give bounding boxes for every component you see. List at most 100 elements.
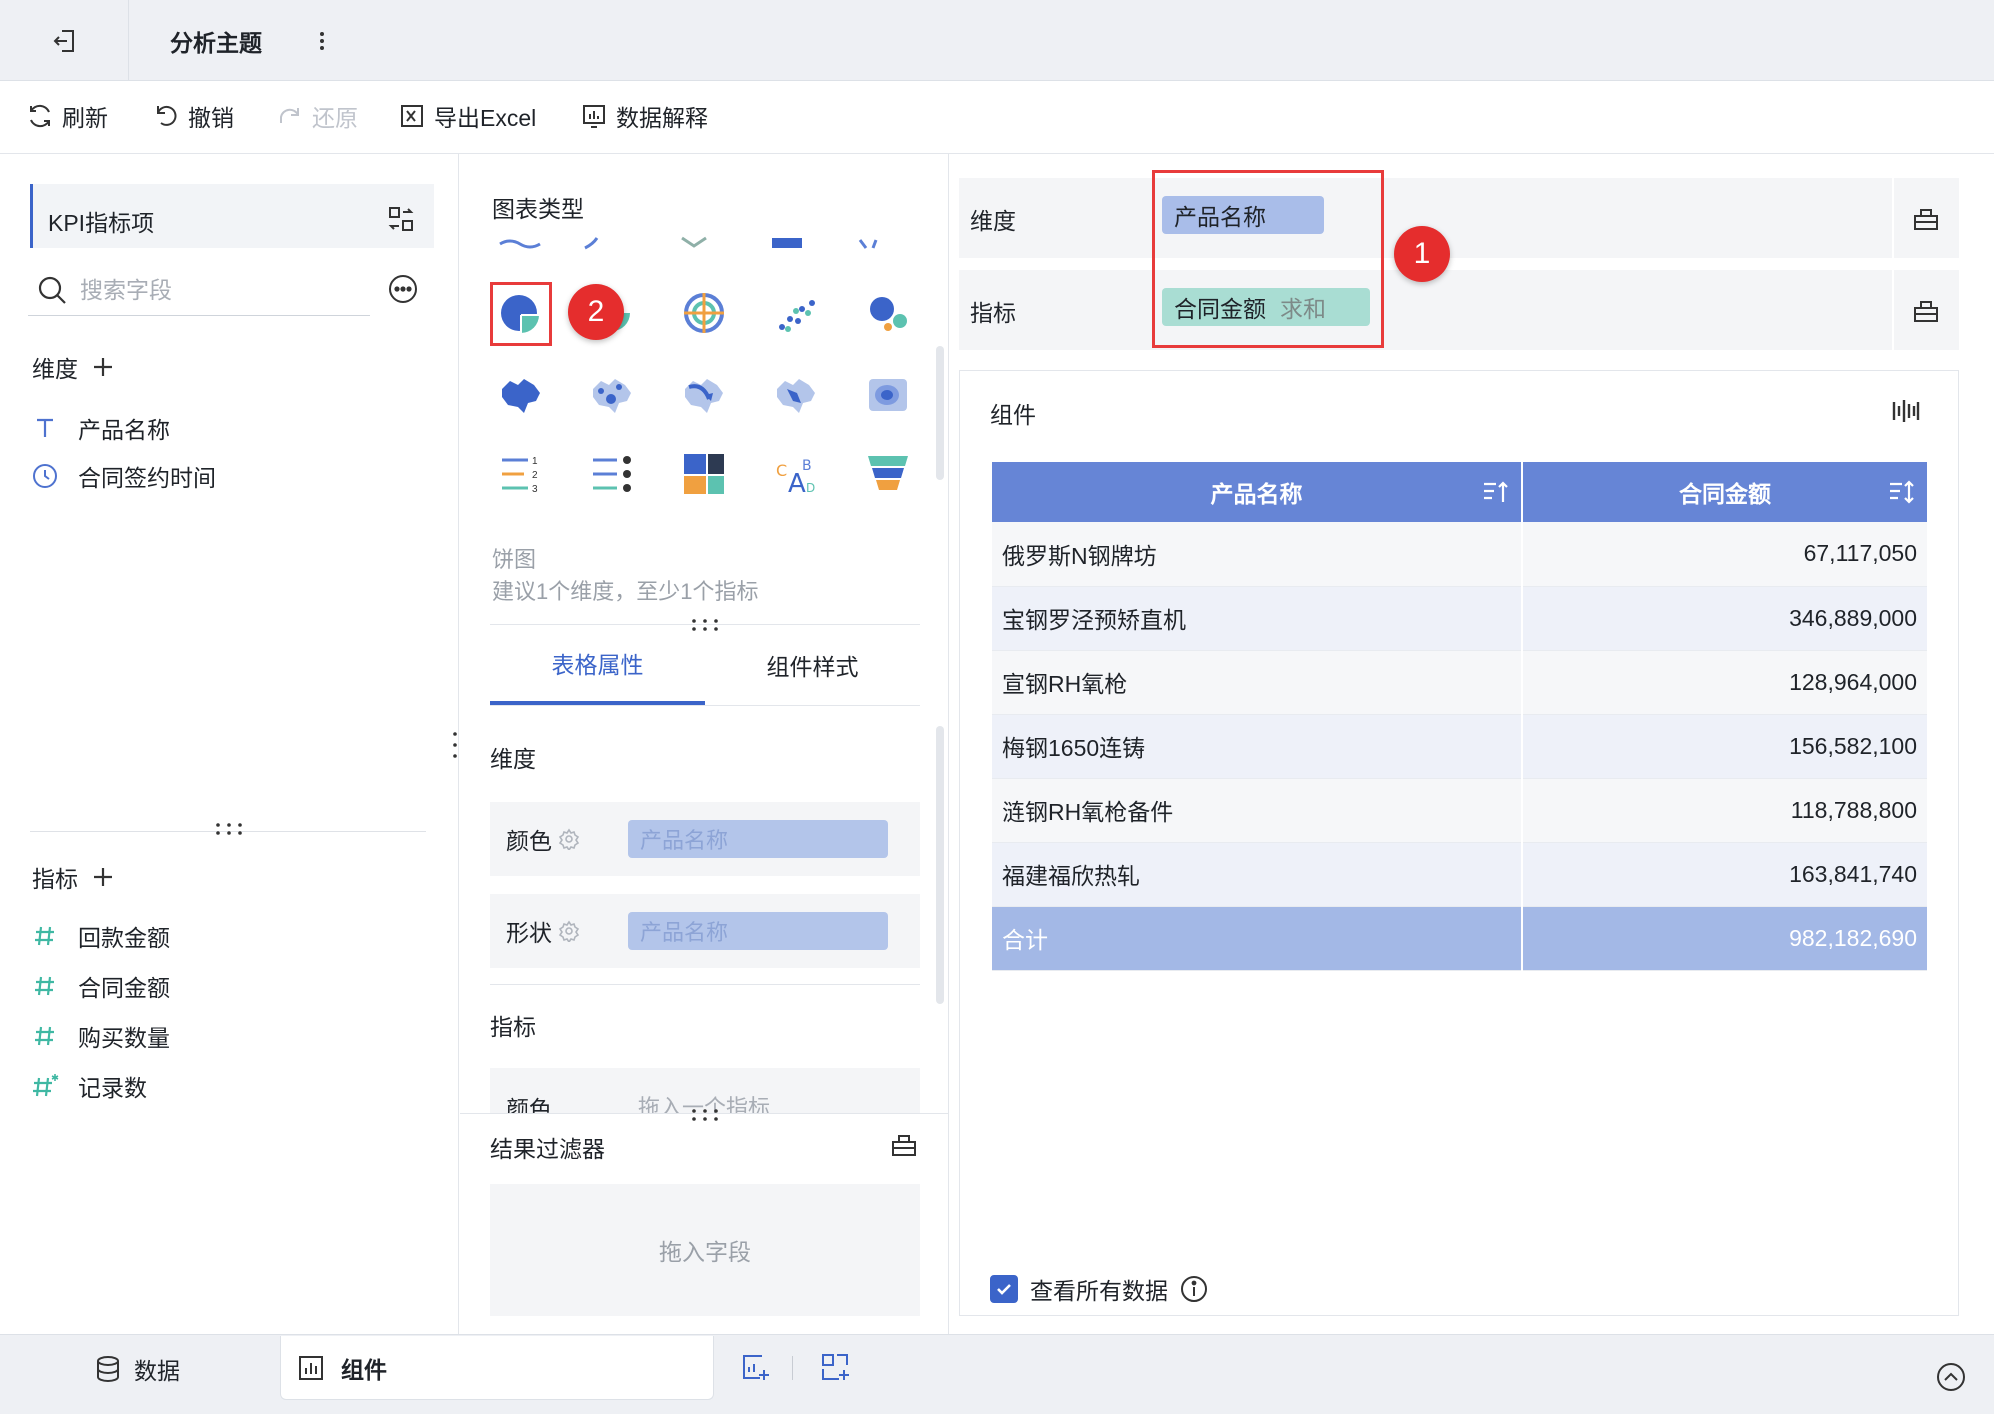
calculated-number-icon (30, 1071, 60, 1101)
more-options-icon[interactable] (388, 274, 418, 304)
database-icon (97, 1356, 119, 1383)
color-field-pill[interactable]: 产品名称 (628, 820, 888, 858)
total-label: 合计 (992, 906, 1523, 971)
total-row: 合计 982,182,690 (992, 906, 1929, 971)
redo-label: 还原 (312, 105, 358, 131)
measure-well (959, 270, 1959, 350)
more-vertical-icon[interactable] (312, 26, 332, 56)
measure-lock-icon[interactable] (1892, 270, 1958, 350)
column-header-amount[interactable]: 合同金额 (1522, 462, 1929, 522)
scatter-chart-icon[interactable] (766, 283, 826, 343)
add-measure-icon[interactable] (92, 866, 114, 888)
show-all-data-row: 查看所有数据 (990, 1272, 1208, 1306)
tab-data[interactable]: 数据 (94, 1352, 180, 1386)
data-explain-button[interactable]: 数据解释 (580, 100, 708, 132)
clock-icon (30, 461, 60, 491)
table-row: 宝钢罗泾预矫直机 346,889,000 (992, 586, 1929, 651)
table-row: 涟钢RH氧枪备件 118,788,800 (992, 778, 1929, 843)
properties-scrollbar[interactable] (936, 726, 944, 1004)
info-icon[interactable] (1180, 1275, 1208, 1303)
tab-widget[interactable]: 组件 (280, 1336, 714, 1400)
ranking-table-icon[interactable]: 1 2 3 (491, 444, 551, 504)
shape-field-pill[interactable]: 产品名称 (628, 912, 888, 950)
text-type-icon (30, 413, 60, 443)
sort-ascending-icon[interactable] (1481, 478, 1509, 506)
topbar-divider (128, 0, 129, 81)
annotation-badge-1: 1 (1394, 226, 1450, 282)
shape-label: 形状 (506, 920, 552, 946)
switch-dataset-icon[interactable] (386, 204, 416, 234)
chart-type-title: 图表类型 (492, 196, 584, 222)
point-map-icon[interactable] (582, 365, 642, 425)
dimensions-section: 维度 (32, 350, 114, 384)
treemap-icon[interactable] (674, 444, 734, 504)
resize-handle[interactable] (214, 822, 244, 836)
property-tabs: 表格属性 组件样式 (490, 624, 920, 706)
filter-drop-zone[interactable]: 拖入字段 (490, 1184, 920, 1316)
tab-widget-style[interactable]: 组件样式 (705, 625, 920, 705)
refresh-button[interactable]: 刷新 (26, 100, 108, 132)
column-header-product[interactable]: 产品名称 (992, 462, 1523, 522)
detail-table-icon[interactable] (582, 444, 642, 504)
dimension-lock-icon[interactable] (1892, 178, 1958, 258)
sort-icon[interactable] (1887, 478, 1915, 506)
add-widget-icon[interactable] (740, 1352, 770, 1382)
chart-types-scrollbar[interactable] (936, 346, 944, 480)
measures-section: 指标 (32, 860, 114, 894)
chart-settings-icon[interactable] (1890, 396, 1920, 426)
measure-item[interactable]: 合同金额 (30, 968, 170, 1004)
table-row: 俄罗斯N钢牌坊 67,117,050 (992, 522, 1929, 587)
gear-icon[interactable] (558, 828, 580, 850)
chart-icons-row-partial (490, 236, 920, 252)
dimension-item[interactable]: 产品名称 (30, 410, 170, 446)
selected-chart-name: 饼图 (492, 547, 537, 572)
dimension-well (959, 178, 1959, 258)
bubble-chart-icon[interactable] (858, 283, 918, 343)
search-field-input[interactable] (80, 274, 360, 306)
heat-map-icon[interactable] (858, 365, 918, 425)
show-all-data-label: 查看所有数据 (1030, 1278, 1168, 1304)
add-dashboard-icon[interactable] (820, 1352, 850, 1382)
cell-amount: 156,582,100 (1522, 714, 1929, 779)
cell-amount: 67,117,050 (1522, 522, 1929, 587)
flow-map-icon[interactable] (674, 365, 734, 425)
word-cloud-icon[interactable]: CABD (766, 444, 826, 504)
table-row: 宣钢RH氧枪 128,964,000 (992, 650, 1929, 715)
bar-chart-icon (299, 1355, 323, 1380)
collapse-up-icon[interactable] (1936, 1362, 1966, 1392)
map-chart-icon[interactable] (491, 365, 551, 425)
measure-item[interactable]: 回款金额 (30, 918, 170, 954)
data-explain-label: 数据解释 (616, 105, 708, 131)
measure-label: 购买数量 (78, 1025, 170, 1051)
refresh-label: 刷新 (62, 105, 108, 131)
annotation-highlight-1 (1152, 170, 1384, 348)
tab-table-properties[interactable]: 表格属性 (490, 625, 705, 705)
svg-text:D: D (806, 481, 815, 495)
rose-chart-icon[interactable] (674, 283, 734, 343)
export-excel-button[interactable]: 导出Excel (398, 100, 536, 132)
dimension-item[interactable]: 合同签约时间 (30, 458, 216, 494)
cell-product: 涟钢RH氧枪备件 (992, 778, 1523, 843)
back-icon[interactable] (44, 22, 86, 60)
table-row: 梅钢1650连铸 156,582,100 (992, 714, 1929, 779)
shape-property-row: 形状 产品名称 (490, 894, 920, 968)
selected-chart-hint: 建议1个维度，至少1个指标 (492, 579, 759, 604)
result-filter-title: 结果过滤器 (490, 1136, 605, 1162)
cell-amount: 118,788,800 (1522, 778, 1929, 843)
gear-icon[interactable] (558, 920, 580, 942)
undo-button[interactable]: 撤销 (152, 100, 234, 132)
show-all-data-checkbox[interactable] (990, 1275, 1018, 1303)
redo-button[interactable]: 还原 (276, 100, 358, 132)
dimension-section-title: 维度 (490, 746, 536, 772)
measure-item[interactable]: 记录数 (30, 1068, 147, 1104)
redo-icon (280, 108, 299, 123)
filter-lock-icon[interactable] (890, 1130, 918, 1158)
measures-title: 指标 (32, 866, 78, 892)
measure-item[interactable]: 购买数量 (30, 1018, 170, 1054)
resize-handle[interactable] (690, 1108, 720, 1122)
funnel-chart-icon[interactable] (858, 444, 918, 504)
dimension-label: 合同签约时间 (78, 465, 216, 491)
region-map-icon[interactable] (766, 365, 826, 425)
add-dimension-icon[interactable] (92, 356, 114, 378)
number-type-icon (30, 921, 60, 951)
